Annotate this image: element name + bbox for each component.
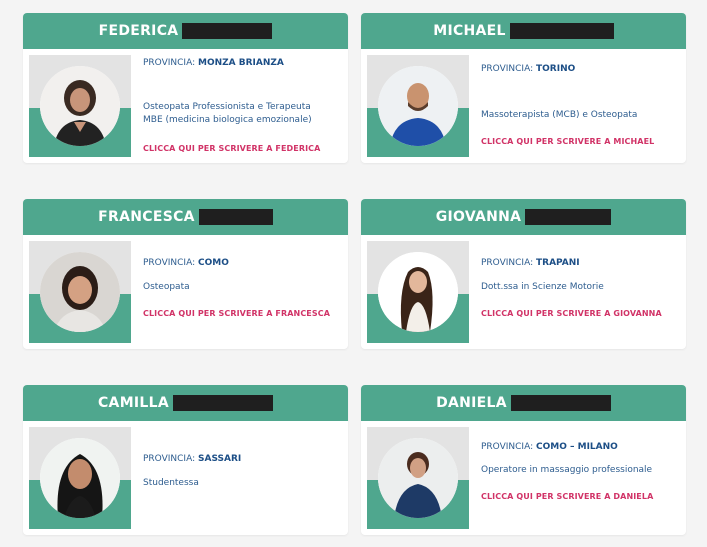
therapist-card: MICHAEL PROVINCIA: TORINO Massoterapista… bbox=[361, 13, 686, 163]
contact-link[interactable]: CLICCA QUI PER SCRIVERE A GIOVANNA bbox=[481, 307, 662, 320]
person-photo-icon bbox=[40, 252, 120, 332]
therapist-name: CAMILLA bbox=[97, 395, 170, 411]
province-label: PROVINCIA: bbox=[143, 58, 196, 68]
card-header: GIOVANNA bbox=[361, 199, 686, 235]
photo-frame bbox=[29, 427, 131, 529]
card-header: FEDERICA bbox=[23, 13, 348, 49]
redacted-surname bbox=[510, 395, 611, 411]
province-label: PROVINCIA: bbox=[481, 64, 534, 74]
contact-link[interactable]: CLICCA QUI PER SCRIVERE A FRANCESCA bbox=[143, 307, 330, 320]
card-header: MICHAEL bbox=[361, 13, 686, 49]
card-header: DANIELA bbox=[361, 385, 686, 421]
avatar bbox=[40, 438, 120, 518]
person-photo-icon bbox=[378, 252, 458, 332]
card-header: CAMILLA bbox=[23, 385, 348, 421]
description: Dott.ssa in Scienze Motorie bbox=[481, 282, 604, 292]
therapist-card: DANIELA PROVINCIA: COMO – MILANO Operato… bbox=[361, 385, 686, 535]
province-value: SASSARI bbox=[198, 454, 242, 464]
avatar bbox=[378, 66, 458, 146]
card-body: PROVINCIA: TORINO Massoterapista (MCB) e… bbox=[361, 49, 686, 157]
province-label: PROVINCIA: bbox=[481, 442, 534, 452]
card-body: PROVINCIA: TRAPANI Dott.ssa in Scienze M… bbox=[361, 235, 686, 343]
province-value: TORINO bbox=[536, 64, 576, 74]
contact-link[interactable]: CLICCA QUI PER SCRIVERE A MICHAEL bbox=[481, 135, 654, 148]
province-line: PROVINCIA: COMO bbox=[143, 257, 229, 270]
province-value: COMO bbox=[198, 258, 229, 268]
description: Studentessa bbox=[143, 478, 199, 488]
therapist-name: DANIELA bbox=[436, 395, 507, 411]
contact-link[interactable]: CLICCA QUI PER SCRIVERE A DANIELA bbox=[481, 490, 653, 503]
avatar bbox=[378, 438, 458, 518]
redacted-surname bbox=[198, 209, 273, 225]
person-photo-icon bbox=[378, 66, 458, 146]
person-photo-icon bbox=[378, 438, 458, 518]
avatar bbox=[378, 252, 458, 332]
photo-frame bbox=[367, 55, 469, 157]
person-photo-icon bbox=[40, 438, 120, 518]
card-body: PROVINCIA: COMO – MILANO Operatore in ma… bbox=[361, 421, 686, 529]
province-value: MONZA BRIANZA bbox=[198, 58, 284, 68]
card-header: FRANCESCA bbox=[23, 199, 348, 235]
province-line: PROVINCIA: TORINO bbox=[481, 63, 575, 76]
description: Osteopata Professionista e Terapeuta MBE… bbox=[143, 102, 312, 125]
therapist-card: FRANCESCA PROVINCIA: COMO Osteopata CLIC… bbox=[23, 199, 348, 349]
province-line: PROVINCIA: COMO – MILANO bbox=[481, 441, 618, 454]
therapist-name: MICHAEL bbox=[433, 23, 506, 39]
person-photo-icon bbox=[40, 66, 120, 146]
province-label: PROVINCIA: bbox=[481, 258, 534, 268]
province-label: PROVINCIA: bbox=[143, 258, 196, 268]
redacted-surname bbox=[509, 23, 614, 39]
therapist-name: FRANCESCA bbox=[98, 209, 195, 225]
photo-frame bbox=[29, 55, 131, 157]
therapist-name: GIOVANNA bbox=[435, 209, 522, 225]
therapist-card: CAMILLA PROVINCIA: SASSARI Studentessa bbox=[23, 385, 348, 535]
description: Osteopata bbox=[143, 282, 190, 292]
province-value: TRAPANI bbox=[536, 258, 580, 268]
avatar bbox=[40, 252, 120, 332]
description: Massoterapista (MCB) e Osteopata bbox=[481, 110, 638, 120]
card-body: PROVINCIA: COMO Osteopata CLICCA QUI PER… bbox=[23, 235, 348, 343]
description: Operatore in massaggio professionale bbox=[481, 465, 653, 475]
card-body: PROVINCIA: SASSARI Studentessa bbox=[23, 421, 348, 529]
redacted-surname bbox=[525, 209, 612, 225]
redacted-surname bbox=[173, 395, 274, 411]
province-value: COMO – MILANO bbox=[536, 442, 618, 452]
therapist-card: FEDERICA PROVINCIA: MONZA BRIANZA Osteop… bbox=[23, 13, 348, 163]
therapist-name: FEDERICA bbox=[98, 23, 179, 39]
province-line: PROVINCIA: SASSARI bbox=[143, 453, 241, 466]
photo-frame bbox=[367, 427, 469, 529]
avatar bbox=[40, 66, 120, 146]
card-body: PROVINCIA: MONZA BRIANZA Osteopata Profe… bbox=[23, 49, 348, 157]
province-label: PROVINCIA: bbox=[143, 454, 196, 464]
province-line: PROVINCIA: MONZA BRIANZA bbox=[143, 57, 284, 70]
photo-frame bbox=[29, 241, 131, 343]
photo-frame bbox=[367, 241, 469, 343]
contact-link[interactable]: CLICCA QUI PER SCRIVERE A FEDERICA bbox=[143, 142, 320, 155]
redacted-surname bbox=[182, 23, 273, 39]
province-line: PROVINCIA: TRAPANI bbox=[481, 257, 580, 270]
therapist-card: GIOVANNA PROVINCIA: TRAPANI Dott.ssa in … bbox=[361, 199, 686, 349]
